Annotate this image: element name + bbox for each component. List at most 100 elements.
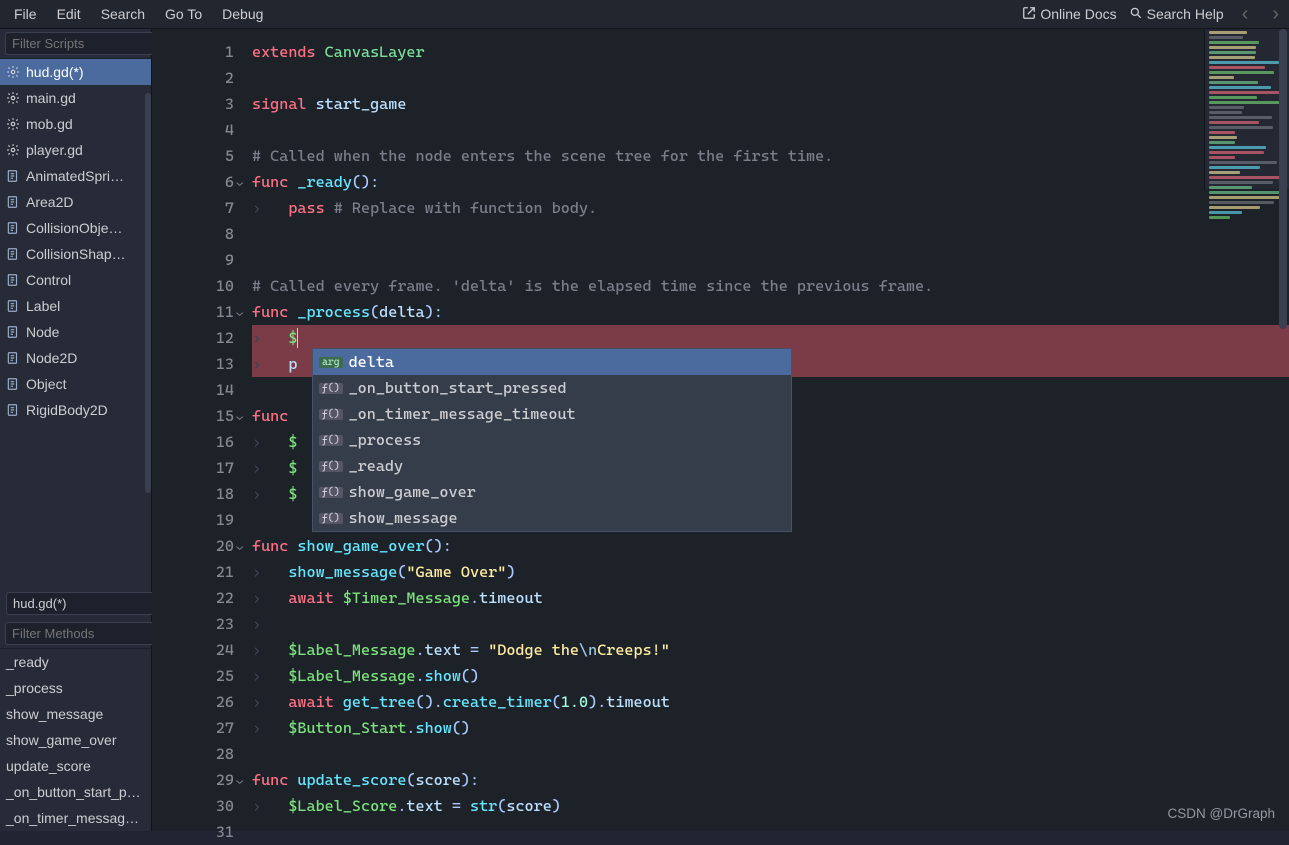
code-line[interactable]: signal start_game [252,91,1289,117]
method-item[interactable]: _on_button_start_p… [0,779,151,805]
method-item[interactable]: show_message [0,701,151,727]
autocomplete-item[interactable]: ƒ() show_message [313,505,791,531]
script-item[interactable]: Area2D [0,189,151,215]
autocomplete-item[interactable]: ƒ()_on_timer_message_timeout [313,401,791,427]
code-line[interactable] [252,117,1289,143]
online-docs-link[interactable]: Online Docs [1022,6,1116,23]
script-label: Area2D [26,194,73,210]
code-line[interactable]: func _process(delta): [252,299,1289,325]
method-item[interactable]: show_game_over [0,727,151,753]
script-label: Control [26,272,71,288]
code-editor[interactable]: 123456⌄7891011⌄12131415⌄1617181920⌄21222… [152,29,1289,831]
code-line[interactable] [252,741,1289,767]
script-item[interactable]: AnimatedSpri… [0,163,151,189]
script-item[interactable]: CollisionShap… [0,241,151,267]
fold-toggle-icon[interactable]: ⌄ [236,407,243,433]
indent-guide-icon: › [252,325,288,351]
completion-label: show_message [349,509,458,527]
code-line[interactable] [252,221,1289,247]
script-item[interactable]: Object [0,371,151,397]
script-label: Object [26,376,66,392]
code-line[interactable]: › $Label_Message.text = "Dodge the\nCree… [252,637,1289,663]
indent-guide-icon: › [252,663,288,689]
nav-forward-button[interactable]: › [1266,3,1285,26]
watermark: CSDN @DrGraph [1168,806,1275,821]
code-line[interactable]: extends CanvasLayer [252,39,1289,65]
menu-debug[interactable]: Debug [212,2,273,26]
script-label: Node [26,324,59,340]
fold-toggle-icon[interactable]: ⌄ [236,303,243,329]
completion-kind-icon: ƒ() [319,461,343,472]
code-line[interactable] [252,65,1289,91]
code-line[interactable]: › $Button_Start.show() [252,715,1289,741]
script-item[interactable]: Label [0,293,151,319]
autocomplete-item[interactable]: ƒ() _process [313,427,791,453]
script-item[interactable]: hud.gd(*) [0,59,151,85]
doc-icon [6,169,20,183]
code-line[interactable]: func show_game_over(): [252,533,1289,559]
code-line[interactable]: › await $Timer_Message.timeout [252,585,1289,611]
script-label: AnimatedSpri… [26,168,124,184]
code-line[interactable]: › show_message("Game Over") [252,559,1289,585]
script-item[interactable]: main.gd [0,85,151,111]
script-label: CollisionShap… [26,246,126,262]
method-item[interactable]: update_score [0,753,151,779]
code-line[interactable] [252,247,1289,273]
code-line[interactable]: › $Label_Message.show() [252,663,1289,689]
code-line[interactable]: › pass # Replace with function body. [252,195,1289,221]
code-line[interactable]: func _ready(): [252,169,1289,195]
method-item[interactable]: _on_timer_messag… [0,805,151,831]
menu-search[interactable]: Search [91,2,155,26]
doc-icon [6,221,20,235]
fold-toggle-icon[interactable]: ⌄ [236,537,243,563]
completion-kind-icon: ƒ() [319,513,343,524]
text-cursor [297,328,298,348]
method-item[interactable]: _process [0,675,151,701]
menu-bar: FileEditSearchGo ToDebug Online Docs Sea… [0,0,1289,29]
sidebar-scrollbar[interactable] [145,93,151,493]
autocomplete-item[interactable]: ƒ() _ready [313,453,791,479]
code-line[interactable]: func update_score(score): [252,767,1289,793]
code-line[interactable]: # Called when the node enters the scene … [252,143,1289,169]
nav-back-button[interactable]: ‹ [1236,3,1255,26]
menu-file[interactable]: File [4,2,47,26]
script-item[interactable]: RigidBody2D [0,397,151,423]
indent-guide-icon: › [252,351,288,377]
gear-icon [6,65,20,79]
script-label: Label [26,298,60,314]
search-help-label: Search Help [1147,6,1224,22]
indent-guide-icon: › [252,559,288,585]
fold-toggle-icon[interactable]: ⌄ [236,173,243,199]
script-item[interactable]: CollisionObje… [0,215,151,241]
code-line[interactable] [252,819,1289,845]
script-item[interactable]: Node2D [0,345,151,371]
script-label: main.gd [26,90,76,106]
editor-scrollbar[interactable] [1279,29,1287,329]
autocomplete-popup[interactable]: argdeltaƒ()_on_button_start_pressedƒ()_o… [312,348,792,532]
search-help-link[interactable]: Search Help [1129,6,1224,23]
script-item[interactable]: mob.gd [0,111,151,137]
script-item[interactable]: Node [0,319,151,345]
autocomplete-item[interactable]: ƒ()show_game_over [313,479,791,505]
code-line[interactable]: # Called every frame. 'delta' is the ela… [252,273,1289,299]
menu-edit[interactable]: Edit [47,2,91,26]
completion-kind-icon: ƒ() [319,435,343,446]
completion-label: _on_button_start_pressed [349,379,567,397]
completion-label: _ready [349,457,404,475]
code-line[interactable]: › [252,611,1289,637]
completion-label: _process [349,431,422,449]
gear-icon [6,117,20,131]
doc-icon [6,351,20,365]
autocomplete-item[interactable]: argdelta [313,349,791,375]
code-line[interactable]: › await get_tree().create_timer(1.0).tim… [252,689,1289,715]
script-item[interactable]: player.gd [0,137,151,163]
script-item[interactable]: Control [0,267,151,293]
doc-icon [6,195,20,209]
fold-toggle-icon[interactable]: ⌄ [236,771,243,797]
menu-go-to[interactable]: Go To [155,2,212,26]
script-label: RigidBody2D [26,402,108,418]
gear-icon [6,143,20,157]
method-item[interactable]: _ready [0,649,151,675]
autocomplete-item[interactable]: ƒ()_on_button_start_pressed [313,375,791,401]
code-line[interactable]: › $Label_Score.text = str(score) [252,793,1289,819]
